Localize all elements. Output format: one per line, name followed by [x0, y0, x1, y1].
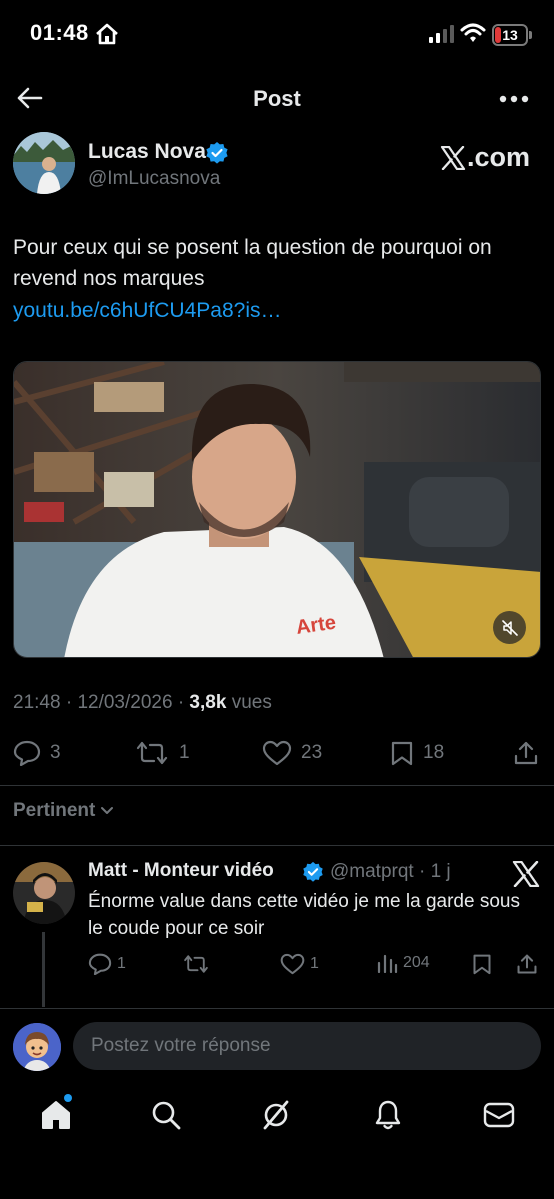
views-count: 3,8k [189, 692, 227, 713]
sort-label: Pertinent [13, 800, 96, 821]
reply-author-name[interactable]: Matt - Monteur vidéo [88, 860, 274, 882]
nav-messages[interactable] [481, 1097, 517, 1133]
bookmark-count: 18 [423, 742, 445, 763]
like-action[interactable]: 23 [262, 740, 322, 766]
source-x-com[interactable]: .com [440, 142, 530, 173]
x-logo-icon [440, 145, 466, 170]
repost-icon [184, 955, 208, 973]
post-date: 12/03/2026 [77, 692, 173, 713]
home-notification-dot [64, 1094, 72, 1102]
reply-input[interactable] [73, 1022, 541, 1070]
post-meta: 21:48 · 12/03/2026 · 3,8k vues [13, 692, 272, 713]
bookmark-action[interactable]: 18 [390, 740, 444, 766]
reply-action[interactable]: 3 [13, 740, 61, 766]
grok-icon [263, 1100, 289, 1130]
page-title: Post [253, 86, 301, 111]
reply-author-avatar[interactable] [13, 862, 75, 924]
more-options-icon[interactable] [498, 94, 530, 104]
thread-line [42, 932, 45, 1007]
search-icon [152, 1101, 181, 1130]
reply-bookmark-action[interactable] [472, 953, 497, 975]
reply-like-action[interactable]: 1 [280, 953, 319, 975]
repost-count: 1 [179, 742, 190, 763]
reply-author-handle[interactable]: @matprqt · 1 j [330, 861, 451, 883]
reply-views-count: 204 [403, 954, 430, 971]
post-video[interactable]: Arte [13, 361, 541, 658]
home-icon [42, 1101, 70, 1129]
verified-badge-icon [303, 861, 323, 882]
muted-speaker-icon [501, 619, 518, 636]
reply-reply-action[interactable]: 1 [88, 953, 126, 975]
signal-icon [429, 25, 454, 43]
battery-level [495, 27, 501, 43]
verified-badge-icon [206, 142, 228, 164]
heart-icon [262, 740, 292, 766]
author-avatar[interactable] [13, 132, 75, 194]
heart-icon [280, 953, 305, 975]
source-label: .com [467, 142, 531, 172]
views-label: vues [231, 692, 272, 713]
battery-indicator: 13 [492, 24, 528, 46]
divider [0, 845, 554, 846]
battery-percent: 13 [502, 27, 518, 43]
home-status-icon [96, 23, 118, 45]
post-link[interactable]: youtu.be/c6hUfCU4Pa8?is… [13, 299, 281, 323]
divider [0, 785, 554, 786]
battery-cap [529, 31, 532, 39]
repost-action[interactable]: 1 [134, 740, 190, 766]
reply-repost-action[interactable] [182, 953, 215, 975]
reply-count: 3 [50, 742, 61, 763]
reply-icon [88, 953, 112, 975]
bookmark-icon [473, 954, 491, 975]
post-text: Pour ceux qui se posent la question de p… [13, 236, 492, 290]
status-time: 01:48 [30, 20, 89, 45]
chevron-down-icon [101, 807, 114, 814]
analytics-icon [377, 954, 398, 973]
nav-notifications[interactable] [370, 1097, 406, 1133]
like-count: 23 [301, 742, 323, 763]
reply-like-count: 1 [310, 955, 319, 972]
repost-icon [136, 741, 168, 765]
my-avatar[interactable] [13, 1023, 61, 1071]
reply-text: Énorme value dans cette vidéo je me la g… [88, 891, 520, 939]
reply-reply-count: 1 [117, 955, 126, 972]
reply-icon [13, 740, 41, 766]
share-icon [517, 954, 537, 974]
share-icon [514, 741, 538, 765]
x-logo-icon[interactable] [512, 861, 540, 887]
divider [0, 1008, 554, 1009]
author-handle[interactable]: @ImLucasnova [88, 168, 220, 190]
share-action[interactable] [513, 740, 548, 766]
post-time: 21:48 [13, 692, 61, 713]
nav-grok[interactable] [258, 1097, 294, 1133]
reply-views-action[interactable]: 204 [376, 953, 430, 973]
bookmark-icon [391, 741, 413, 766]
reply-share-action[interactable] [516, 953, 543, 975]
sort-replies-dropdown[interactable]: Pertinent [13, 800, 114, 822]
mail-icon [483, 1102, 515, 1128]
back-arrow-icon[interactable] [15, 86, 43, 110]
mute-button[interactable] [493, 611, 526, 644]
author-name[interactable]: Lucas Nova [88, 140, 206, 164]
wifi-icon [460, 23, 486, 42]
nav-home[interactable] [38, 1097, 74, 1133]
nav-search[interactable] [148, 1097, 184, 1133]
bell-icon [375, 1100, 401, 1130]
